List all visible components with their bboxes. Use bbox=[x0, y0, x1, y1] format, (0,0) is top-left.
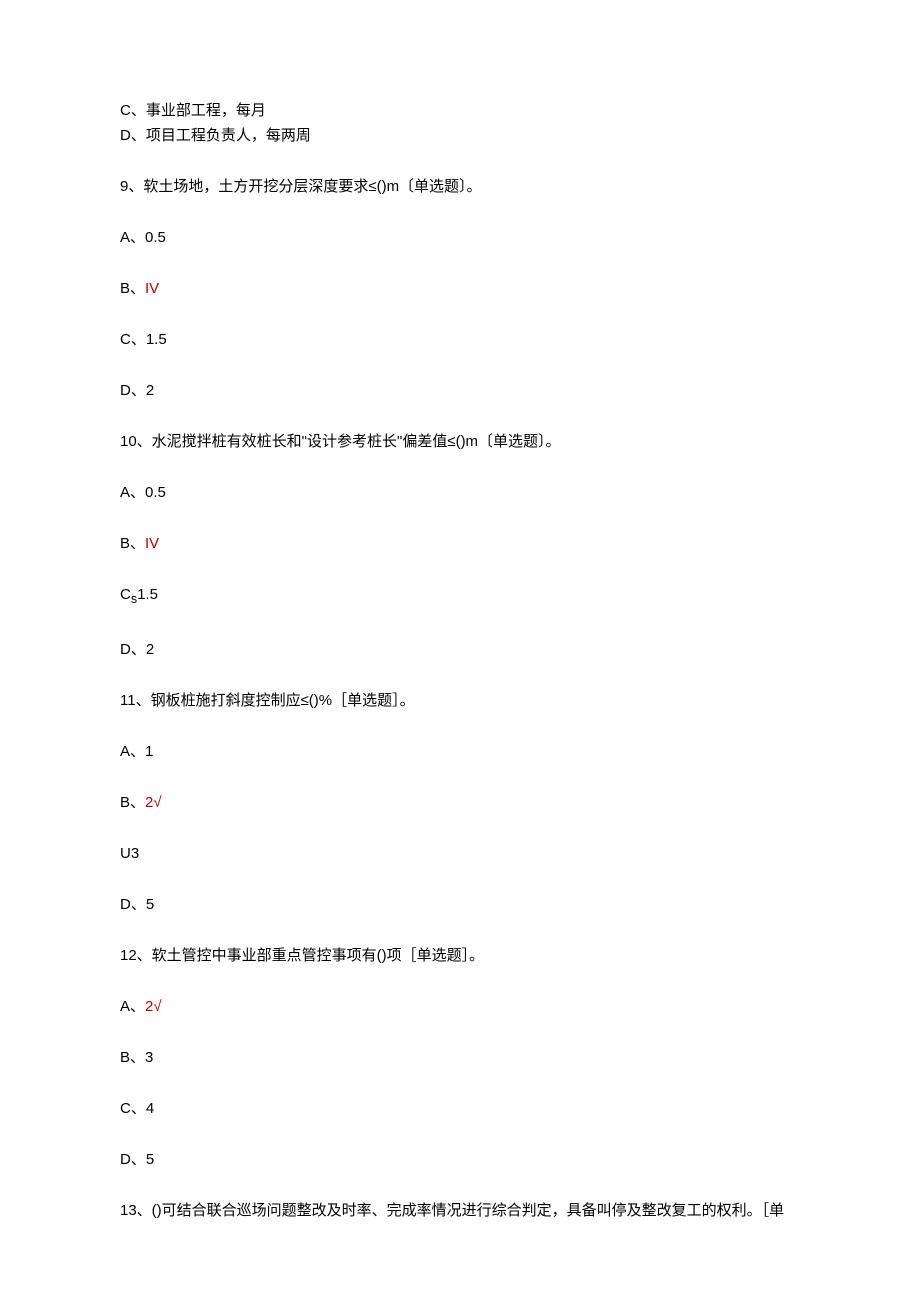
q11-option-c: U3 bbox=[120, 843, 800, 864]
q12-option-a: A、2√ bbox=[120, 996, 800, 1017]
q11-option-c-text: U3 bbox=[120, 845, 139, 862]
q9-option-c-text: C、1.5 bbox=[120, 331, 167, 348]
q8-option-c-text: C、事业部工程，每月 bbox=[120, 102, 266, 119]
q12-option-b-text: B、3 bbox=[120, 1049, 153, 1066]
q12-stem: 12、软土管控中事业部重点管控事项有()项［单选题］。 bbox=[120, 945, 800, 966]
q9-stem-text: 9、软土场地，土方开挖分层深度要求≤()m〔单选题〕。 bbox=[120, 178, 482, 195]
q11-option-b: B、2√ bbox=[120, 792, 800, 813]
q11-option-d: D、5 bbox=[120, 894, 800, 915]
q10-option-b-prefix: B、 bbox=[120, 535, 145, 552]
q9-option-b-prefix: B、 bbox=[120, 280, 145, 297]
q10-option-b: B、IV bbox=[120, 533, 800, 554]
q11-option-b-prefix: B、 bbox=[120, 794, 145, 811]
q12-option-d-text: D、5 bbox=[120, 1151, 154, 1168]
q11-option-a-text: A、1 bbox=[120, 743, 153, 760]
q10-option-d-text: D、2 bbox=[120, 641, 154, 658]
q10-option-d: D、2 bbox=[120, 639, 800, 660]
q12-option-c-text: C、4 bbox=[120, 1100, 154, 1117]
q12-option-a-highlight: 2√ bbox=[145, 998, 162, 1015]
q10-option-c-prefix: C bbox=[120, 586, 131, 603]
q11-stem-text: 11、钢板桩施打斜度控制应≤()%［单选题］。 bbox=[120, 692, 415, 709]
q10-stem: 10、水泥搅拌桩有效桩长和"设计参考桩长"偏差值≤()m〔单选题〕。 bbox=[120, 431, 800, 452]
q11-stem: 11、钢板桩施打斜度控制应≤()%［单选题］。 bbox=[120, 690, 800, 711]
q8-option-d: D、项目工程负责人，每两周 bbox=[120, 125, 800, 146]
q11-option-b-highlight: 2√ bbox=[145, 794, 162, 811]
q12-option-c: C、4 bbox=[120, 1098, 800, 1119]
q10-option-c: Cs1.5 bbox=[120, 584, 800, 609]
q9-option-d-text: D、2 bbox=[120, 382, 154, 399]
q9-option-c: C、1.5 bbox=[120, 329, 800, 350]
q10-option-b-highlight: IV bbox=[145, 535, 159, 552]
q9-option-b-highlight: IV bbox=[145, 280, 159, 297]
q11-option-d-text: D、5 bbox=[120, 896, 154, 913]
q10-option-a-text: A、0.5 bbox=[120, 484, 166, 501]
q11-option-a: A、1 bbox=[120, 741, 800, 762]
q12-option-a-prefix: A、 bbox=[120, 998, 145, 1015]
q10-option-a: A、0.5 bbox=[120, 482, 800, 503]
q12-option-b: B、3 bbox=[120, 1047, 800, 1068]
q9-option-d: D、2 bbox=[120, 380, 800, 401]
q10-option-c-rest: 1.5 bbox=[137, 586, 158, 603]
q10-stem-text: 10、水泥搅拌桩有效桩长和"设计参考桩长"偏差值≤()m〔单选题〕。 bbox=[120, 433, 561, 450]
q9-option-b: B、IV bbox=[120, 278, 800, 299]
q8-option-c: C、事业部工程，每月 bbox=[120, 100, 800, 121]
q13-stem: 13、()可结合联合巡场问题整改及时率、完成率情况进行综合判定，具备叫停及整改复… bbox=[120, 1200, 800, 1221]
q9-option-a-text: A、0.5 bbox=[120, 229, 166, 246]
q12-option-d: D、5 bbox=[120, 1149, 800, 1170]
q12-stem-text: 12、软土管控中事业部重点管控事项有()项［单选题］。 bbox=[120, 947, 484, 964]
q8-option-d-text: D、项目工程负责人，每两周 bbox=[120, 127, 311, 144]
q9-stem: 9、软土场地，土方开挖分层深度要求≤()m〔单选题〕。 bbox=[120, 176, 800, 197]
q13-stem-text: 13、()可结合联合巡场问题整改及时率、完成率情况进行综合判定，具备叫停及整改复… bbox=[120, 1202, 784, 1219]
q9-option-a: A、0.5 bbox=[120, 227, 800, 248]
